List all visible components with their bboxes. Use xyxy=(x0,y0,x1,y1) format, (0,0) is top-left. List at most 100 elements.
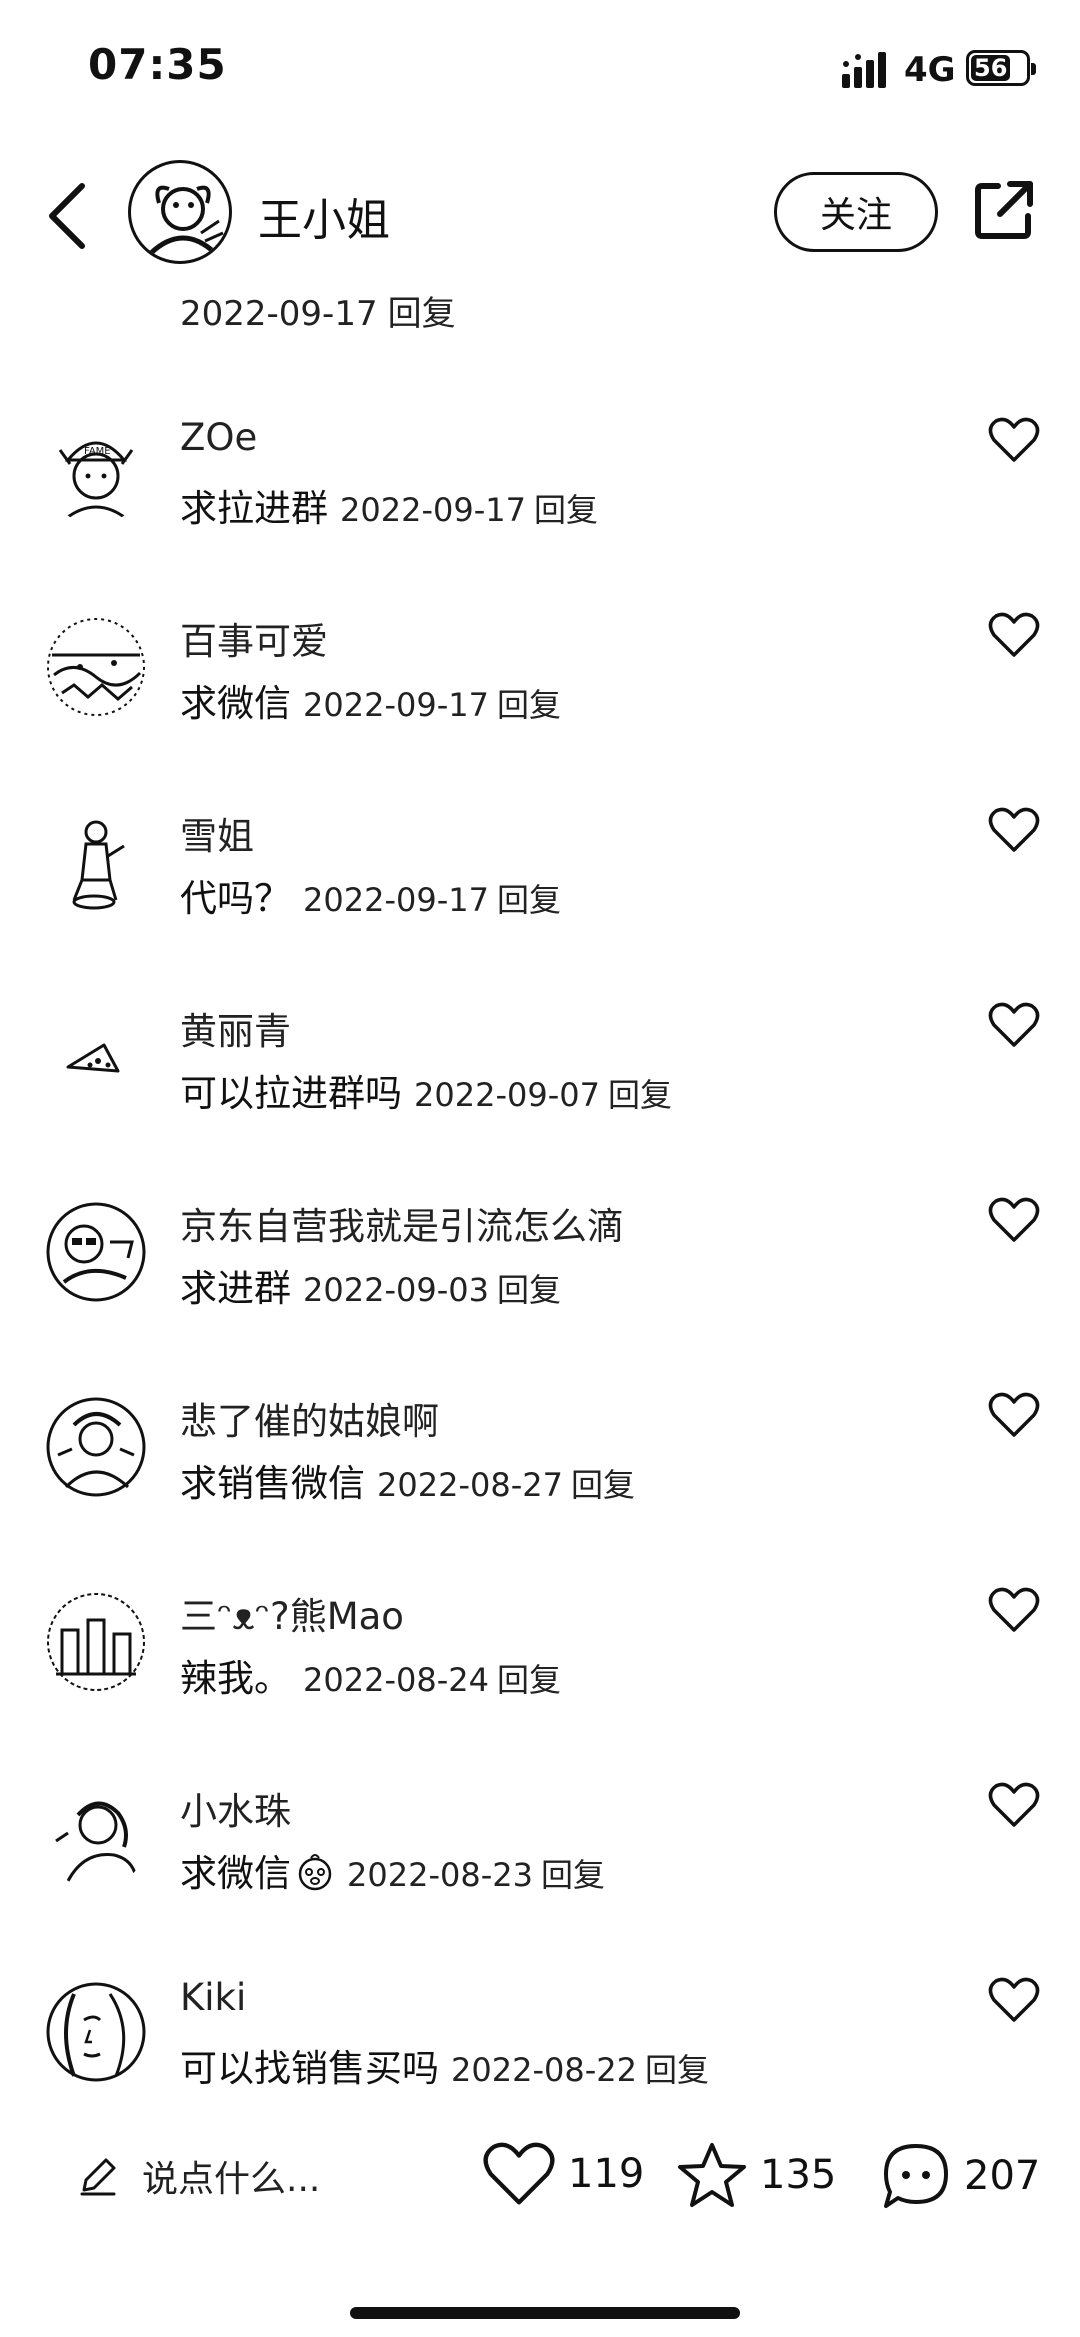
pencil-icon xyxy=(80,2158,116,2196)
comment-body: 可以找销售买吗 2022-08-22 回复 xyxy=(180,2038,709,2092)
comment-text: 求微信 xyxy=(180,682,291,725)
bottom-action-bar: 说点什么... 119 135 207 xyxy=(0,2128,1080,2238)
comment-count: 207 xyxy=(964,2153,1041,2199)
reply-link[interactable]: 回复 xyxy=(571,1466,635,1504)
favorite-button[interactable]: 135 xyxy=(676,2140,836,2210)
commenter-avatar[interactable] xyxy=(44,1590,148,1694)
heart-icon[interactable] xyxy=(988,1781,1040,1829)
commenter-name[interactable]: 京东自营我就是引流怎么滴 xyxy=(180,1196,624,1250)
comment-date: 2022-08-27 xyxy=(377,1466,563,1504)
comment-bubble-icon xyxy=(884,2144,948,2208)
commenter-avatar[interactable] xyxy=(44,1005,148,1109)
status-bar: 07:35 4G 56 xyxy=(0,0,1080,140)
comment-list: FAME ZOe 求拉进群 2022-09-17 回复 百事可爱 求微信 202… xyxy=(0,390,1080,2145)
heart-icon[interactable] xyxy=(988,416,1040,464)
comment-body: 代吗？ 2022-09-17 回复 xyxy=(180,868,561,922)
comment-item[interactable]: 百事可爱 求微信 2022-09-17 回复 xyxy=(0,585,1080,780)
like-button[interactable]: 119 xyxy=(482,2140,644,2208)
author-name[interactable]: 王小姐 xyxy=(258,184,390,248)
status-time: 07:35 xyxy=(88,40,227,89)
comment-body: 求微信 2022-09-17 回复 xyxy=(180,673,561,727)
comment-text: 代吗？ xyxy=(180,877,291,920)
commenter-avatar[interactable] xyxy=(44,1395,148,1499)
emoji-icon xyxy=(298,1854,332,1891)
commenter-name[interactable]: Kiki xyxy=(180,1976,246,2019)
reply-link[interactable]: 回复 xyxy=(497,1271,561,1309)
comment-body: 可以拉进群吗 2022-09-07 回复 xyxy=(180,1063,672,1117)
comment-body: 求拉进群 2022-09-17 回复 xyxy=(180,478,598,532)
commenter-avatar[interactable] xyxy=(44,1980,148,2084)
reply-link[interactable]: 回复 xyxy=(541,1856,605,1894)
heart-icon xyxy=(483,2142,555,2205)
comment-text: 辣我。 xyxy=(180,1657,291,1700)
comment-date: 2022-09-17 xyxy=(340,491,526,529)
comment-body: 求微信 2022-08-23 回复 xyxy=(180,1843,605,1897)
commenter-avatar[interactable] xyxy=(44,1200,148,1304)
commenter-name[interactable]: 百事可爱 xyxy=(180,611,328,665)
commenter-name[interactable]: 小水珠 xyxy=(180,1781,291,1835)
heart-icon[interactable] xyxy=(988,1196,1040,1244)
svg-text:FAME: FAME xyxy=(84,446,111,457)
commenter-avatar[interactable] xyxy=(44,615,148,719)
like-count: 119 xyxy=(568,2151,645,2197)
reply-link[interactable]: 回复 xyxy=(497,686,561,724)
comment-body: 求销售微信 2022-08-27 回复 xyxy=(180,1453,635,1507)
reply-link[interactable]: 回复 xyxy=(497,1661,561,1699)
comment-item[interactable]: FAME ZOe 求拉进群 2022-09-17 回复 xyxy=(0,390,1080,585)
comment-text: 可以找销售买吗 xyxy=(180,2047,439,2090)
heart-icon[interactable] xyxy=(988,1391,1040,1439)
reply-link[interactable]: 回复 xyxy=(388,294,456,334)
comment-date: 2022-08-24 xyxy=(303,1661,489,1699)
comment-input[interactable]: 说点什么... xyxy=(76,2150,320,2202)
note-comments-screen: 07:35 4G 56 王小姐 关注 2022-09-17 回复 FAME ZO… xyxy=(0,0,1080,2337)
commenter-name[interactable]: 雪姐 xyxy=(180,806,254,860)
commenter-name[interactable]: 黄丽青 xyxy=(180,1001,291,1055)
heart-icon[interactable] xyxy=(988,1586,1040,1634)
reply-link[interactable]: 回复 xyxy=(497,881,561,919)
author-avatar[interactable] xyxy=(128,160,232,264)
battery-level: 56 xyxy=(971,54,1011,82)
favorite-count: 135 xyxy=(760,2152,837,2198)
comments-button[interactable]: 207 xyxy=(880,2140,1040,2212)
heart-icon[interactable] xyxy=(988,1001,1040,1049)
comment-item[interactable]: 悲了催的姑娘啊 求销售微信 2022-08-27 回复 xyxy=(0,1365,1080,1560)
comment-item[interactable]: Kiki 可以找销售买吗 2022-08-22 回复 xyxy=(0,1950,1080,2145)
comment-item[interactable]: 三ᵔᴥᵔ?熊Mao 辣我。 2022-08-24 回复 xyxy=(0,1560,1080,1755)
comment-date: 2022-09-17 xyxy=(180,294,378,334)
home-indicator[interactable] xyxy=(350,2307,740,2319)
commenter-name[interactable]: 悲了催的姑娘啊 xyxy=(180,1391,439,1445)
comment-text: 求拉进群 xyxy=(180,487,328,530)
reply-link[interactable]: 回复 xyxy=(534,491,598,529)
commenter-name[interactable]: 三ᵔᴥᵔ?熊Mao xyxy=(180,1586,404,1640)
back-arrow-icon[interactable] xyxy=(40,178,96,254)
heart-icon[interactable] xyxy=(988,611,1040,659)
comment-date: 2022-09-17 xyxy=(303,881,489,919)
comment-item[interactable]: 黄丽青 可以拉进群吗 2022-09-07 回复 xyxy=(0,975,1080,1170)
signal-icon xyxy=(842,52,886,88)
follow-button[interactable]: 关注 xyxy=(774,172,938,252)
heart-icon[interactable] xyxy=(988,806,1040,854)
commenter-avatar[interactable]: FAME xyxy=(44,420,148,524)
commenter-name[interactable]: ZOe xyxy=(180,416,257,459)
comment-placeholder: 说点什么... xyxy=(142,2159,321,2200)
comment-item[interactable]: 小水珠 求微信 2022-08-23 回复 xyxy=(0,1755,1080,1950)
comment-date: 2022-08-22 xyxy=(451,2051,637,2089)
comment-text: 可以拉进群吗 xyxy=(180,1072,402,1115)
comment-date: 2022-08-23 xyxy=(347,1856,533,1894)
commenter-avatar[interactable] xyxy=(44,810,148,914)
comment-text: 求微信 xyxy=(180,1852,291,1895)
battery-icon: 56 xyxy=(966,50,1036,86)
star-icon xyxy=(678,2143,746,2207)
comment-body: 辣我。 2022-08-24 回复 xyxy=(180,1648,561,1702)
comment-item[interactable]: 雪姐 代吗？ 2022-09-17 回复 xyxy=(0,780,1080,975)
reply-link[interactable]: 回复 xyxy=(608,1076,672,1114)
commenter-avatar[interactable] xyxy=(44,1785,148,1889)
network-type: 4G xyxy=(904,50,956,90)
heart-icon[interactable] xyxy=(988,1976,1040,2024)
previous-comment-meta: 2022-09-17 回复 xyxy=(180,286,456,335)
share-icon[interactable] xyxy=(972,178,1036,242)
comment-text: 求进群 xyxy=(180,1267,291,1310)
comment-date: 2022-09-17 xyxy=(303,686,489,724)
reply-link[interactable]: 回复 xyxy=(645,2051,709,2089)
comment-item[interactable]: 京东自营我就是引流怎么滴 求进群 2022-09-03 回复 xyxy=(0,1170,1080,1365)
